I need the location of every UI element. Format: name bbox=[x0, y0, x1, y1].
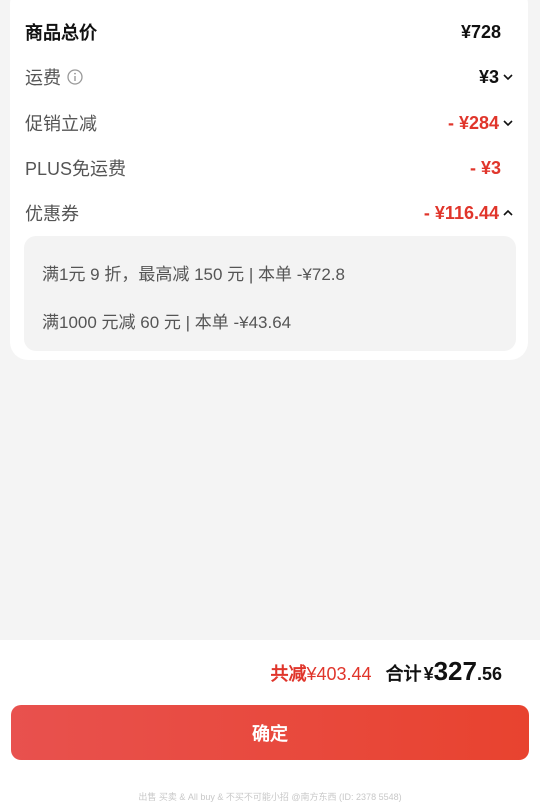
total-price-label: 商品总价 bbox=[25, 23, 97, 43]
plus-value: - ¥3 bbox=[469, 157, 501, 178]
coupon-value-wrap[interactable]: - ¥116.44 bbox=[423, 202, 513, 224]
total-price-value: ¥728 bbox=[460, 21, 501, 42]
chevron-up-icon bbox=[503, 209, 513, 216]
promo-value-wrap[interactable]: - ¥284 bbox=[447, 112, 513, 134]
shipping-label-wrap: 运费 bbox=[25, 64, 83, 90]
total-saving-amount: ¥403.44 bbox=[306, 664, 372, 684]
row-shipping[interactable]: 运费 ¥3 bbox=[25, 62, 513, 92]
row-plus-shipping: PLUS免运费 - ¥3 bbox=[25, 153, 501, 183]
order-total-summary: 共减 ¥403.44 合计 ¥ 327 .56 bbox=[270, 656, 502, 687]
coupon-detail-item: 满1元 9 折，最高减 150 元 | 本单 -¥72.8 bbox=[42, 265, 345, 284]
shipping-label: 运费 bbox=[25, 68, 61, 88]
info-icon[interactable] bbox=[67, 69, 83, 85]
coupon-label: 优惠券 bbox=[25, 204, 79, 224]
row-coupon[interactable]: 优惠券 - ¥116.44 bbox=[25, 198, 513, 228]
confirm-button[interactable]: 确定 bbox=[11, 705, 529, 760]
coupon-detail-item: 满1000 元减 60 元 | 本单 -¥43.64 bbox=[42, 313, 292, 332]
grand-total-decimal: .56 bbox=[476, 664, 502, 684]
shipping-value-wrap[interactable]: ¥3 bbox=[478, 66, 513, 88]
coupon-value: - ¥116.44 bbox=[423, 202, 499, 223]
promo-value: - ¥284 bbox=[447, 112, 499, 133]
grand-total-label: 合计 bbox=[385, 664, 422, 684]
chevron-down-icon bbox=[503, 74, 513, 81]
grand-total-integer: 327 bbox=[433, 656, 477, 686]
shipping-value: ¥3 bbox=[478, 66, 499, 87]
grand-total-currency: ¥ bbox=[423, 664, 434, 684]
chevron-down-icon bbox=[503, 120, 513, 127]
total-saving-label: 共减 bbox=[270, 664, 307, 684]
footer-watermark: 出售 买卖 & All buy & 不买不可能小招 @南方东西 (ID: 237… bbox=[138, 792, 402, 802]
promo-label: 促销立减 bbox=[25, 114, 97, 134]
row-promotion[interactable]: 促销立减 - ¥284 bbox=[25, 108, 513, 138]
coupon-details: 满1元 9 折，最高减 150 元 | 本单 -¥72.8 满1000 元减 6… bbox=[24, 236, 516, 351]
plus-label: PLUS免运费 bbox=[25, 159, 127, 179]
row-total-price: 商品总价 ¥728 bbox=[25, 17, 501, 47]
